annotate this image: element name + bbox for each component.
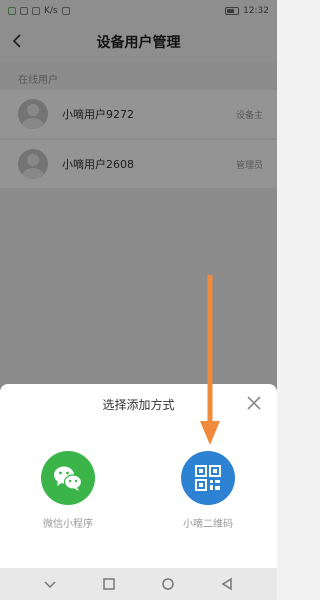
- chevron-down-icon[interactable]: [43, 577, 57, 591]
- back-nav-icon[interactable]: [220, 577, 234, 591]
- home-icon[interactable]: [161, 577, 175, 591]
- wechat-miniprogram-option[interactable]: 微信小程序: [28, 451, 108, 530]
- qr-code-option[interactable]: 小嘀二维码: [168, 451, 248, 530]
- option-label: 微信小程序: [43, 519, 93, 530]
- recent-apps-icon[interactable]: [102, 577, 116, 591]
- qr-code-icon: [181, 451, 235, 505]
- wechat-icon: [41, 451, 95, 505]
- add-method-sheet: 选择添加方式 微信小程序 小嘀二维码: [0, 384, 277, 568]
- system-nav-bar: [0, 568, 277, 600]
- sheet-title: 选择添加方式: [102, 398, 175, 412]
- close-icon[interactable]: [244, 393, 264, 413]
- annotation-arrow-icon: [200, 275, 220, 445]
- option-label: 小嘀二维码: [183, 519, 233, 530]
